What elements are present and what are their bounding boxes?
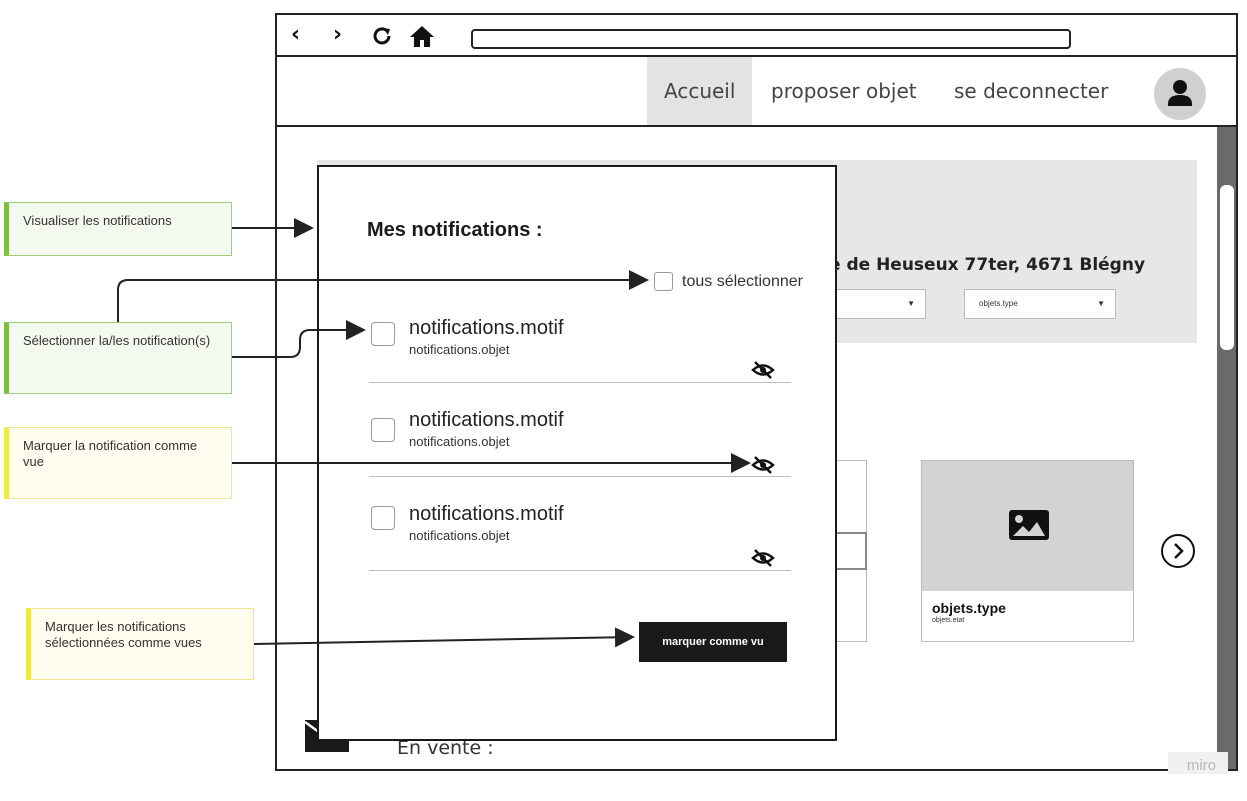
- miro-watermark: miro: [1168, 752, 1228, 774]
- annotation-connectors: [117, 218, 751, 648]
